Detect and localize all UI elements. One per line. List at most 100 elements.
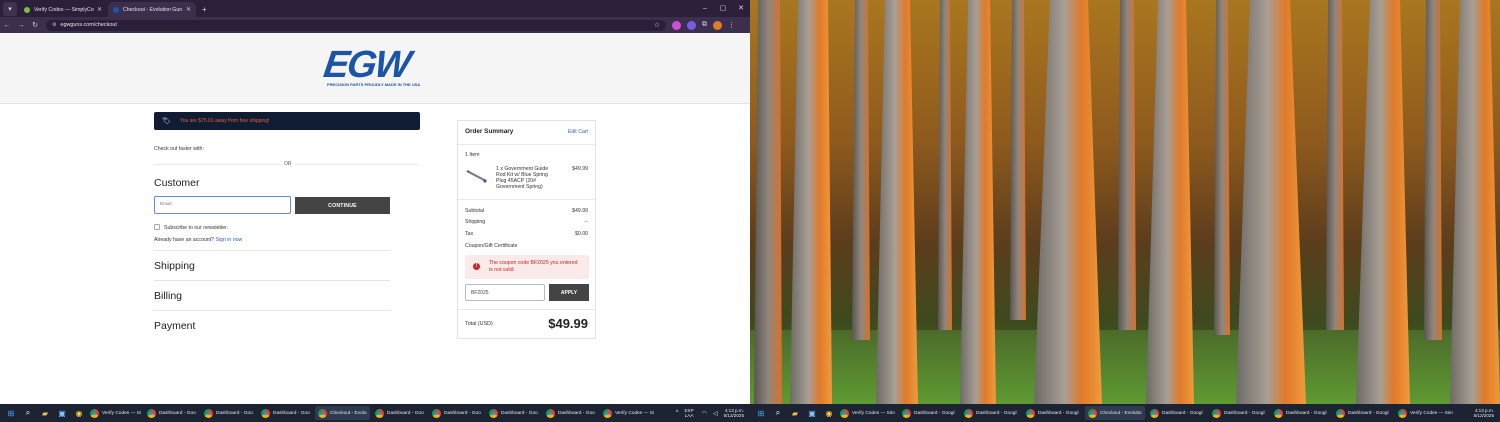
bookmark-star-icon[interactable]: ☆ [654,21,660,29]
site-info-icon[interactable]: ⚙ [52,22,56,28]
newsletter-label: Subscribe to our newsletter. [164,225,229,231]
summary-divider [458,309,595,310]
chrome-icon[interactable]: ◉ [823,407,835,419]
taskbar-window-button[interactable]: Verify Codes — Sim [837,406,897,420]
chrome-window-icon [1336,408,1345,418]
extension-icon[interactable] [672,20,681,30]
taskbar-window-button[interactable]: Dashboard - Googl [899,406,959,420]
coupon-error-alert: ! The coupon code BF2025 you entered is … [465,255,589,279]
chevron-up-icon[interactable]: ^ [676,410,679,416]
taskbar-window-label: Dashboard - Googl [976,410,1017,416]
clock[interactable]: 4:13 p.m. 5/12/2025 [724,408,744,419]
total-label: Total (USD) [465,321,493,327]
tab-verify-codes[interactable]: Verify Codes — SimplyCodes ✕ [19,2,107,17]
taskbar-window-button[interactable]: Dashboard - Googl [1333,406,1393,420]
email-input[interactable]: Email [154,196,291,214]
product-price: $49.99 [572,166,588,172]
billing-heading[interactable]: Billing [154,290,182,302]
extension-icon[interactable] [687,20,696,30]
store-icon[interactable]: ▣ [56,407,68,419]
shipping-heading[interactable]: Shipping [154,260,195,272]
profile-avatar[interactable] [713,20,722,30]
tab-search-icon[interactable]: ▾ [3,2,17,16]
chrome-window-icon [318,408,327,418]
back-icon[interactable]: ← [0,22,14,29]
or-label: OR [281,161,295,167]
file-explorer-icon[interactable]: ▰ [39,407,51,419]
coupon-label[interactable]: Coupon/Gift Certificate [465,243,517,249]
minimize-icon[interactable]: – [696,0,714,17]
forest-image [750,0,1500,404]
windows-start-icon[interactable]: ⊞ [5,407,17,419]
taskbar-window-button[interactable]: Checkout - Evolutio [1085,406,1145,420]
reload-icon[interactable]: ↻ [28,21,42,29]
taskbar-window-button[interactable]: Verify Codes — Sim [1395,406,1455,420]
address-bar: ← → ↻ ⚙ egwguns.com/checkout ☆ ⧉ ⋮ [0,17,750,33]
coupon-code-input[interactable]: BF2025 [465,284,545,301]
product-thumbnail [466,170,487,183]
tax-label: Tax [465,231,474,237]
coupon-error-message: The coupon code BF2025 you entered is no… [489,260,578,273]
total-value: $49.99 [548,316,588,331]
newsletter-checkbox[interactable] [154,224,160,230]
edit-cart-link[interactable]: Edit Cart [568,129,588,135]
close-tab-icon[interactable]: ✕ [186,6,191,13]
taskbar-window-button[interactable]: Dashboard - Goo [486,406,541,420]
chrome-window-icon [964,408,973,418]
taskbar-window-button[interactable]: Dashboard - Googl [961,406,1021,420]
chrome-window-icon [603,408,612,418]
taskbar-window-button[interactable]: Dashboard - Googl [1147,406,1207,420]
taskbar-window-button[interactable]: Verify Codes — Si [87,406,142,420]
search-icon[interactable]: ⌕ [772,407,784,419]
sign-in-link[interactable]: Sign in now [215,237,242,243]
egw-logo[interactable]: EGW PRECISION PARTS PROUDLY MADE IN THE … [321,44,426,91]
forward-icon[interactable]: → [14,22,28,29]
taskbar-window-button[interactable]: Dashboard - Goo [144,406,199,420]
taskbar-window-button[interactable]: Dashboard - Goo [372,406,427,420]
taskbar-window-button[interactable]: Checkout - Evolu [315,406,370,420]
taskbar-window-button[interactable]: Dashboard - Goo [201,406,256,420]
file-explorer-icon[interactable]: ▰ [789,407,801,419]
store-icon[interactable]: ▣ [806,407,818,419]
taskbar-window-button[interactable]: Dashboard - Goo [543,406,598,420]
taskbar-window-label: Dashboard - Goo [216,410,253,416]
chrome-window-icon [1212,408,1221,418]
close-tab-icon[interactable]: ✕ [97,6,102,13]
wifi-icon[interactable]: ◠ [702,410,707,417]
keyboard-layout: LAA [684,413,694,418]
taskbar-window-button[interactable]: Verify Codes — Si [600,406,655,420]
taskbar-window-button[interactable]: Dashboard - Googl [1271,406,1331,420]
windows-start-icon[interactable]: ⊞ [755,407,767,419]
language-indicator[interactable]: ESP LAA [684,408,693,419]
browser-menu-icon[interactable]: ⋮ [728,21,735,29]
simplycodes-favicon-icon [24,6,30,13]
tab-checkout[interactable]: Checkout - Evolution Gun Works ✕ [108,2,196,17]
continue-button[interactable]: CONTINUE [295,197,390,214]
apply-coupon-button[interactable]: APPLY [549,284,589,301]
url-input[interactable]: ⚙ egwguns.com/checkout ☆ [46,19,666,31]
taskbar-window-label: Dashboard - Googl [1348,410,1389,416]
taskbar-window-button[interactable]: Dashboard - Goo [258,406,313,420]
taskbar-window-label: Checkout - Evolutio [1100,410,1142,416]
taskbar-window-button[interactable]: Dashboard - Googl [1023,406,1083,420]
extensions-puzzle-icon[interactable]: ⧉ [702,21,707,29]
new-tab-button[interactable]: + [202,5,207,14]
taskbar-window-button[interactable]: Dashboard - Googl [1209,406,1269,420]
volume-icon[interactable]: ◁ [713,410,718,417]
taskbar-window-label: Dashboard - Googl [1224,410,1265,416]
coupon-row: Coupon/Gift Certificate [465,243,588,249]
payment-heading[interactable]: Payment [154,320,195,332]
taskbar-window-button[interactable]: Dashboard - Goo [429,406,484,420]
close-window-icon[interactable]: ✕ [732,0,750,17]
taskbar-window-label: Verify Codes — Sim [1410,410,1453,416]
tax-value: $0.00 [575,231,588,237]
logo-text: EGW [321,44,412,86]
clock[interactable]: 4:13 p.m. 5/12/2025 [1474,408,1494,419]
maximize-icon[interactable]: ▢ [714,0,732,17]
chrome-window-icon [840,408,849,418]
subtotal-value: $49.99 [572,208,588,214]
chrome-icon[interactable]: ◉ [73,407,85,419]
chrome-window-icon [1398,408,1407,418]
tab-title: Verify Codes — SimplyCodes [34,6,94,13]
search-icon[interactable]: ⌕ [22,407,34,419]
